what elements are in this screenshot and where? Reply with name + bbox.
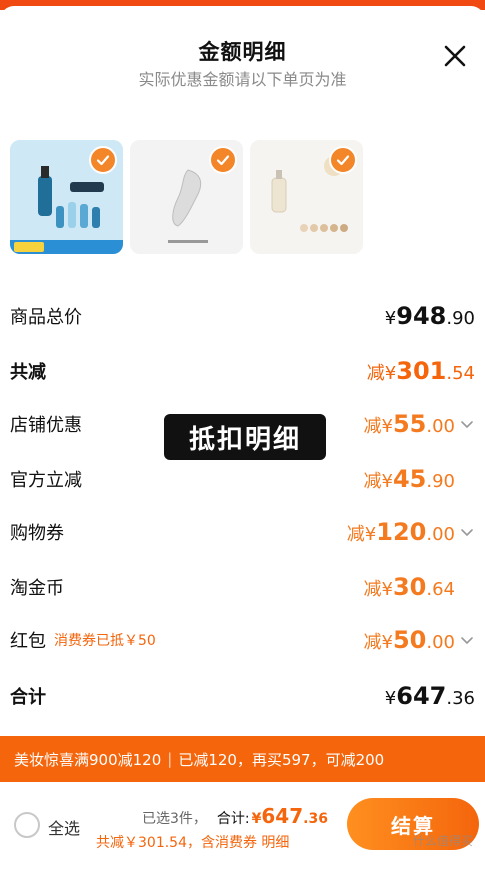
total-price-label: 商品总价	[10, 307, 82, 328]
shop-discount-label: 店铺优惠	[10, 415, 82, 436]
shopping-coupon-value: 减¥ 120 .00	[347, 518, 475, 546]
row-official-discount: 官方立减 减¥ 45 .90	[10, 459, 475, 499]
taojinbi-value: 减¥ 30 .64	[363, 573, 456, 601]
row-total-reduction: 共减 减¥ 301 .54	[10, 351, 475, 391]
footer-discount-detail[interactable]: 共减￥301.54，含消费券 明细	[96, 832, 289, 852]
sum-value: ¥ 647 .36	[384, 682, 475, 710]
checkout-footer: 全选 已选3件， 合计: ¥647.36 共减￥301.54，含消费券 明细 结…	[0, 782, 485, 874]
row-total-price: 商品总价 ¥ 948 .90	[10, 296, 475, 336]
total-price-value: ¥ 948 .90	[384, 302, 475, 330]
shopping-coupon-label: 购物券	[10, 523, 64, 544]
red-packet-label: 红包	[10, 631, 46, 652]
chevron-down-icon[interactable]	[459, 632, 475, 648]
row-sum: 合计 ¥ 647 .36	[10, 676, 475, 716]
sum-label: 合计	[10, 687, 46, 708]
red-packet-note: 消费券已抵￥50	[54, 633, 156, 649]
row-shopping-coupon[interactable]: 购物券 减¥ 120 .00	[10, 512, 475, 552]
footer-sum-value: ¥647.36	[251, 804, 328, 828]
promo-banner[interactable]: 美妆惊喜满900减120 | 已减120，再买597，可减200	[0, 736, 485, 782]
selected-check-icon[interactable]	[209, 146, 237, 174]
product-thumbnails	[10, 140, 363, 254]
sheet-subtitle: 实际优惠金额请以下单页为准	[138, 70, 347, 89]
promo-separator: |	[167, 750, 173, 768]
promo-part1: 美妆惊喜满900减120	[14, 750, 162, 769]
selection-summary: 已选3件， 合计: ¥647.36	[142, 804, 328, 828]
watermark: 什么值得买	[412, 834, 473, 848]
taojinbi-label: 淘金币	[10, 578, 64, 599]
official-discount-value: 减¥ 45 .90	[363, 465, 456, 493]
close-icon[interactable]	[439, 40, 471, 72]
select-all-radio[interactable]	[14, 812, 40, 838]
product-thumb-2[interactable]	[130, 140, 243, 254]
selected-check-icon[interactable]	[329, 146, 357, 174]
product-thumb-3[interactable]	[250, 140, 363, 254]
total-reduction-value: 减¥ 301 .54	[366, 357, 475, 385]
shop-discount-value: 减¥ 55 .00	[364, 410, 476, 438]
selected-check-icon[interactable]	[89, 146, 117, 174]
red-packet-value: 减¥ 50 .00	[364, 626, 476, 654]
footer-sum-label: 合计:	[216, 811, 250, 827]
product-thumb-1[interactable]	[10, 140, 123, 254]
total-reduction-label: 共减	[10, 362, 46, 383]
deduction-detail-overlay: 抵扣明细	[164, 414, 326, 460]
select-all-label[interactable]: 全选	[48, 815, 80, 839]
official-discount-label: 官方立减	[10, 470, 82, 491]
red-packet-label-group: 红包 消费券已抵￥50	[10, 627, 156, 653]
row-red-packet[interactable]: 红包 消费券已抵￥50 减¥ 50 .00	[10, 620, 475, 660]
sheet-title: 金额明细	[198, 40, 287, 64]
promo-part2: 已减120，再买597，可减200	[178, 750, 385, 769]
chevron-down-icon[interactable]	[459, 416, 475, 432]
selected-count: 已选3件，	[142, 811, 207, 827]
row-taojinbi: 淘金币 减¥ 30 .64	[10, 567, 475, 607]
chevron-down-icon[interactable]	[459, 524, 475, 540]
